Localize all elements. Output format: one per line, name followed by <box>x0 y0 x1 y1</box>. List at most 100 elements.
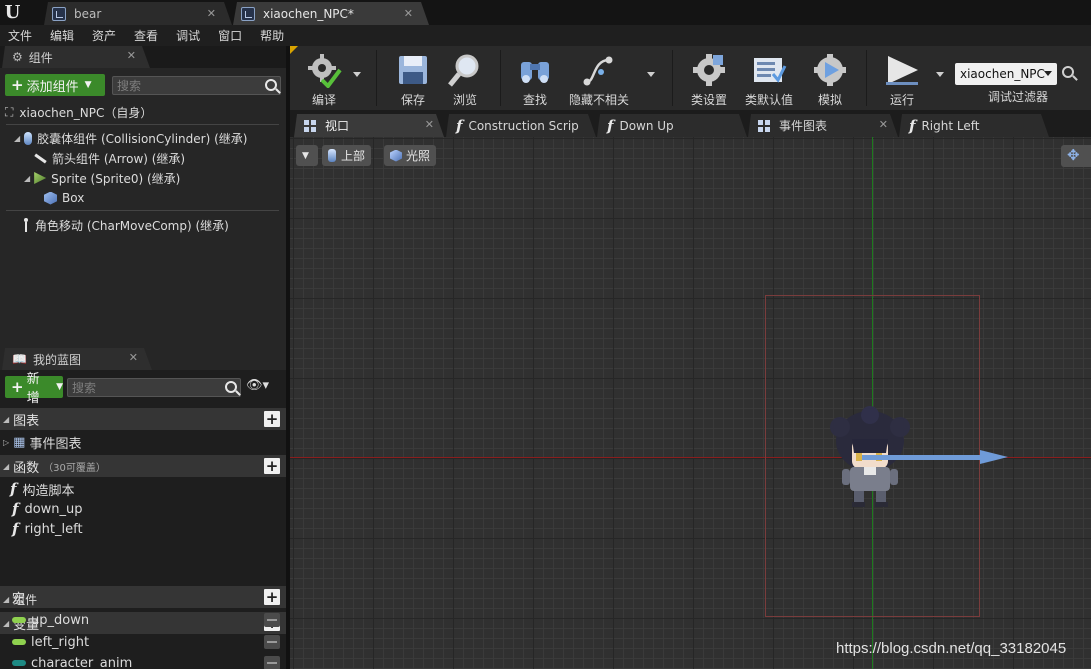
save-button[interactable]: 保存 <box>390 46 436 110</box>
component-item[interactable]: 角色移动 (CharMoveComp) (继承) <box>22 215 229 235</box>
document-tab-label: bear <box>74 6 102 21</box>
components-group[interactable]: ◢ 组件 <box>3 589 37 609</box>
tab-my-blueprint[interactable]: 📖 我的蓝图 ✕ <box>2 348 152 370</box>
add-component-label: 添加组件 <box>26 79 79 95</box>
tab-event-graph[interactable]: 事件图表 ✕ <box>748 114 898 137</box>
section-graphs[interactable]: ◢ 图表 + <box>0 408 286 430</box>
transform-mode-button[interactable] <box>1061 145 1091 167</box>
compile-icon <box>308 54 342 88</box>
close-icon[interactable]: ✕ <box>207 7 216 20</box>
debug-object-select[interactable]: xiaochen_NPC <box>955 63 1057 85</box>
tab-down-up[interactable]: f Down Up <box>597 114 747 137</box>
component-item[interactable]: 箭头组件 (Arrow) (继承) <box>34 148 185 168</box>
component-item[interactable]: ◢ 胶囊体组件 (CollisionCylinder) (继承) <box>14 128 247 148</box>
add-function-button[interactable]: + <box>264 458 280 474</box>
tab-right-left[interactable]: f Right Left <box>899 114 1049 137</box>
close-icon[interactable]: ✕ <box>127 49 136 62</box>
close-icon[interactable]: ✕ <box>425 118 434 131</box>
menu-file[interactable]: 文件 <box>8 27 32 44</box>
blueprint-icon <box>241 7 255 21</box>
class-defaults-button[interactable]: 类默认值 <box>742 46 796 110</box>
menu-debug[interactable]: 调试 <box>176 27 200 44</box>
section-functions-label: 函数 <box>13 460 40 476</box>
browse-button[interactable]: 浏览 <box>442 46 488 110</box>
blueprint-search-input[interactable]: 搜索 <box>67 378 241 397</box>
component-item[interactable]: Box <box>44 188 84 208</box>
component-item[interactable]: ◢ Sprite (Sprite0) (继承) <box>24 168 180 188</box>
play-options-chevron-icon[interactable] <box>936 72 944 77</box>
chevron-down-icon: ▼ <box>56 382 63 392</box>
expand-triangle-icon[interactable]: ◢ <box>24 174 30 183</box>
tab-my-blueprint-label: 我的蓝图 <box>32 352 81 367</box>
variable-item[interactable]: left_right <box>12 632 286 652</box>
forward-arrow-icon[interactable] <box>862 450 1010 464</box>
arrow-icon <box>34 153 47 163</box>
class-settings-button[interactable]: 类设置 <box>684 46 734 110</box>
plus-icon: + <box>11 76 24 94</box>
search-placeholder: 搜索 <box>117 79 142 93</box>
expand-triangle-icon[interactable]: ▷ <box>3 438 9 447</box>
unreal-logo-icon[interactable]: U <box>0 0 25 25</box>
lighting-mode-label: 光照 <box>406 149 431 163</box>
simulate-button[interactable]: 模拟 <box>806 46 854 110</box>
add-graph-button[interactable]: + <box>264 411 280 427</box>
close-icon[interactable]: ✕ <box>129 351 138 364</box>
compile-options-chevron-icon[interactable] <box>353 72 361 77</box>
function-icon: f <box>456 116 463 135</box>
menu-view[interactable]: 查看 <box>134 27 158 44</box>
section-macros[interactable]: 宏 + <box>0 586 286 608</box>
function-label: down_up <box>24 501 83 517</box>
tab-components[interactable]: ⚙ 组件 ✕ <box>2 46 150 68</box>
viewport-options-button[interactable]: ▼ <box>296 145 318 166</box>
menu-window[interactable]: 窗口 <box>218 27 242 44</box>
chevron-down-icon: ▼ <box>84 80 92 90</box>
function-item[interactable]: f right_left <box>12 519 83 539</box>
menu-asset[interactable]: 资产 <box>92 27 116 44</box>
visibility-toggle-icon[interactable] <box>264 635 280 649</box>
blueprint-icon <box>52 7 66 21</box>
search-icon[interactable] <box>1062 66 1074 78</box>
function-label: 构造脚本 <box>22 483 75 499</box>
section-functions[interactable]: ◢ 函数 （30可覆盖） + <box>0 455 286 477</box>
hide-unrelated-button[interactable]: 隐藏不相关 <box>568 46 630 110</box>
hide-unrelated-chevron-icon[interactable] <box>647 72 655 77</box>
book-icon: 📖 <box>12 352 27 366</box>
function-item[interactable]: f down_up <box>12 499 83 519</box>
collapse-triangle-icon: ◢ <box>3 618 10 628</box>
play-button[interactable]: 运行 <box>878 46 926 110</box>
plus-icon: + <box>11 378 24 396</box>
add-component-button[interactable]: + 添加组件 ▼ <box>5 74 105 96</box>
find-button[interactable]: 查找 <box>512 46 558 110</box>
variable-item[interactable]: up_down <box>12 610 286 630</box>
add-new-button[interactable]: + 新增 ▼ <box>5 372 63 406</box>
menu-edit[interactable]: 编辑 <box>50 27 74 44</box>
function-item[interactable]: f 构造脚本 <box>10 479 74 499</box>
tab-viewport[interactable]: 视口 ✕ <box>294 114 444 137</box>
eye-icon[interactable]: 👁▾ <box>246 378 269 393</box>
expand-triangle-icon[interactable]: ◢ <box>14 134 20 143</box>
lit-cube-icon <box>390 149 402 162</box>
variable-item[interactable]: character_anim <box>12 653 286 669</box>
view-mode-button[interactable]: 上部 <box>322 145 372 166</box>
find-label: 查找 <box>522 93 547 107</box>
close-icon[interactable]: ✕ <box>404 7 413 20</box>
document-tab-xiaochen-npc[interactable]: xiaochen_NPC* ✕ <box>233 2 429 25</box>
components-search-input[interactable]: 搜索 <box>112 76 281 95</box>
event-graph-item[interactable]: ▷ ▦ 事件图表 <box>3 432 81 452</box>
left-column: ⚙ 组件 ✕ + 添加组件 ▼ 搜索 ⛶ xiaochen_NPC（自身） ◢ … <box>0 46 286 669</box>
tab-construction-script[interactable]: f Construction Scrip <box>446 114 596 137</box>
menu-help[interactable]: 帮助 <box>260 27 284 44</box>
visibility-toggle-icon[interactable] <box>264 613 280 627</box>
component-label: Sprite (Sprite0) (继承) <box>51 171 181 186</box>
add-macro-button[interactable]: + <box>264 589 280 605</box>
compile-button[interactable]: 编译 <box>296 46 352 110</box>
tab-components-label: 组件 <box>28 50 53 65</box>
visibility-toggle-icon[interactable] <box>264 656 280 669</box>
component-root[interactable]: ⛶ xiaochen_NPC（自身） <box>5 102 152 122</box>
close-icon[interactable]: ✕ <box>879 118 888 131</box>
variable-type-icon <box>12 639 26 645</box>
lighting-mode-button[interactable]: 光照 <box>384 145 437 166</box>
viewport[interactable]: ▼ 上部 光照 https://blog.csdn.net/qq_3318204… <box>290 137 1091 669</box>
divider <box>672 50 673 106</box>
document-tab-bear[interactable]: bear ✕ <box>44 2 232 25</box>
